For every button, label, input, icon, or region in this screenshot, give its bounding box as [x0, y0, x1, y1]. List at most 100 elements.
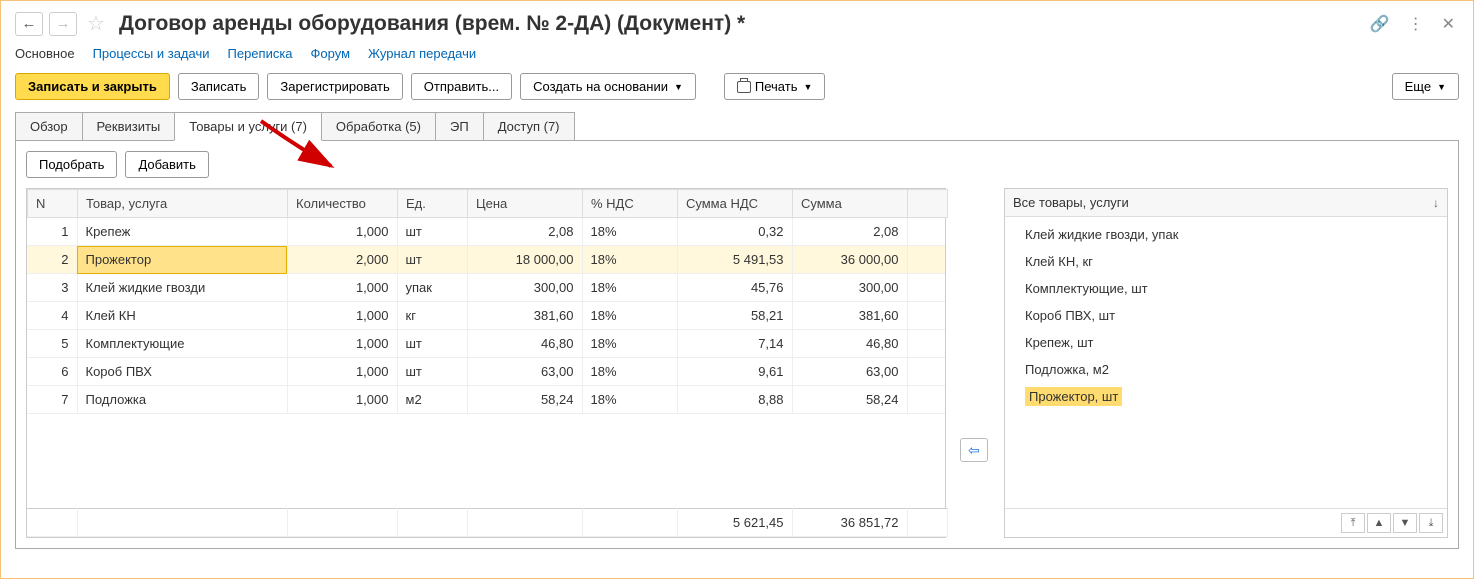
print-button[interactable]: Печать▼	[724, 73, 826, 100]
move-bottom-button[interactable]: ⤓	[1419, 513, 1443, 533]
cell-sum[interactable]: 36 000,00	[792, 246, 907, 274]
cell-vat-pct[interactable]: 18%	[582, 274, 677, 302]
cell-price[interactable]: 300,00	[467, 274, 582, 302]
cell-vat-pct[interactable]: 18%	[582, 302, 677, 330]
move-left-button[interactable]: ⇦	[960, 438, 988, 462]
nav-back-button[interactable]: ←	[15, 12, 43, 36]
cell-price[interactable]: 46,80	[467, 330, 582, 358]
cell-n[interactable]: 2	[27, 246, 77, 274]
cell-sum[interactable]: 381,60	[792, 302, 907, 330]
cell-name[interactable]: Короб ПВХ	[77, 358, 287, 386]
cell-vat-sum[interactable]: 7,14	[677, 330, 792, 358]
cell-name[interactable]: Прожектор	[77, 246, 287, 274]
add-button[interactable]: Добавить	[125, 151, 208, 178]
link-icon[interactable]: 🔗	[1366, 12, 1394, 36]
list-item[interactable]: Подложка, м2	[1005, 356, 1447, 383]
col-n[interactable]: N	[28, 190, 78, 218]
cell-price[interactable]: 2,08	[467, 218, 582, 246]
move-up-button[interactable]: ▲	[1367, 513, 1391, 533]
tab-main[interactable]: Основное	[15, 46, 75, 61]
favorite-star-icon[interactable]: ☆	[87, 11, 105, 36]
tab-goods[interactable]: Товары и услуги (7)	[174, 112, 322, 141]
cell-unit[interactable]: шт	[397, 218, 467, 246]
cell-sum[interactable]: 300,00	[792, 274, 907, 302]
col-qty[interactable]: Количество	[288, 190, 398, 218]
cell-unit[interactable]: кг	[397, 302, 467, 330]
list-item[interactable]: Клей жидкие гвозди, упак	[1005, 221, 1447, 248]
tab-processing[interactable]: Обработка (5)	[321, 112, 436, 141]
cell-vat-sum[interactable]: 9,61	[677, 358, 792, 386]
table-row[interactable]: 6Короб ПВХ1,000шт63,0018%9,6163,00	[27, 358, 945, 386]
register-button[interactable]: Зарегистрировать	[267, 73, 402, 100]
cell-unit[interactable]: упак	[397, 274, 467, 302]
cell-n[interactable]: 7	[27, 386, 77, 414]
cell-vat-sum[interactable]: 5 491,53	[677, 246, 792, 274]
cell-vat-sum[interactable]: 58,21	[677, 302, 792, 330]
col-vat-sum[interactable]: Сумма НДС	[678, 190, 793, 218]
cell-price[interactable]: 381,60	[467, 302, 582, 330]
table-row[interactable]: 2Прожектор2,000шт18 000,0018%5 491,5336 …	[27, 246, 945, 274]
cell-n[interactable]: 6	[27, 358, 77, 386]
move-top-button[interactable]: ⤒	[1341, 513, 1365, 533]
cell-unit[interactable]: шт	[397, 330, 467, 358]
cell-name[interactable]: Клей жидкие гвозди	[77, 274, 287, 302]
list-item[interactable]: Короб ПВХ, шт	[1005, 302, 1447, 329]
cell-sum[interactable]: 58,24	[792, 386, 907, 414]
table-row[interactable]: 3Клей жидкие гвозди1,000упак300,0018%45,…	[27, 274, 945, 302]
cell-n[interactable]: 3	[27, 274, 77, 302]
tab-ep[interactable]: ЭП	[435, 112, 484, 141]
table-row[interactable]: 5Комплектующие1,000шт46,8018%7,1446,80	[27, 330, 945, 358]
cell-sum[interactable]: 2,08	[792, 218, 907, 246]
cell-qty[interactable]: 1,000	[287, 358, 397, 386]
cell-qty[interactable]: 1,000	[287, 218, 397, 246]
tab-correspondence[interactable]: Переписка	[228, 46, 293, 61]
nav-forward-button[interactable]: →	[49, 12, 77, 36]
col-vat-pct[interactable]: % НДС	[583, 190, 678, 218]
cell-sum[interactable]: 63,00	[792, 358, 907, 386]
cell-name[interactable]: Клей КН	[77, 302, 287, 330]
col-unit[interactable]: Ед.	[398, 190, 468, 218]
col-price[interactable]: Цена	[468, 190, 583, 218]
cell-vat-pct[interactable]: 18%	[582, 330, 677, 358]
tab-overview[interactable]: Обзор	[15, 112, 83, 141]
list-item[interactable]: Комплектующие, шт	[1005, 275, 1447, 302]
list-item[interactable]: Клей КН, кг	[1005, 248, 1447, 275]
table-row[interactable]: 4Клей КН1,000кг381,6018%58,21381,60	[27, 302, 945, 330]
more-menu-icon[interactable]: ⋮	[1404, 12, 1428, 36]
tab-requisites[interactable]: Реквизиты	[82, 112, 176, 141]
tab-access[interactable]: Доступ (7)	[483, 112, 575, 141]
cell-qty[interactable]: 1,000	[287, 386, 397, 414]
tab-forum[interactable]: Форум	[311, 46, 351, 61]
cell-name[interactable]: Комплектующие	[77, 330, 287, 358]
list-item[interactable]: Крепеж, шт	[1005, 329, 1447, 356]
close-icon[interactable]: ✕	[1438, 12, 1459, 36]
cell-n[interactable]: 1	[27, 218, 77, 246]
cell-name[interactable]: Подложка	[77, 386, 287, 414]
cell-qty[interactable]: 1,000	[287, 302, 397, 330]
cell-price[interactable]: 58,24	[467, 386, 582, 414]
cell-name[interactable]: Крепеж	[77, 218, 287, 246]
pick-button[interactable]: Подобрать	[26, 151, 117, 178]
cell-qty[interactable]: 2,000	[287, 246, 397, 274]
table-row[interactable]: 1Крепеж1,000шт2,0818%0,322,08	[27, 218, 945, 246]
cell-vat-sum[interactable]: 0,32	[677, 218, 792, 246]
sort-indicator-icon[interactable]: ↓	[1433, 196, 1439, 210]
cell-n[interactable]: 4	[27, 302, 77, 330]
list-item[interactable]: Прожектор, шт	[1025, 387, 1122, 406]
cell-vat-sum[interactable]: 45,76	[677, 274, 792, 302]
cell-qty[interactable]: 1,000	[287, 330, 397, 358]
table-row[interactable]: 7Подложка1,000м258,2418%8,8858,24	[27, 386, 945, 414]
cell-unit[interactable]: шт	[397, 246, 467, 274]
cell-vat-pct[interactable]: 18%	[582, 358, 677, 386]
col-name[interactable]: Товар, услуга	[78, 190, 288, 218]
cell-unit[interactable]: м2	[397, 386, 467, 414]
tab-processes[interactable]: Процессы и задачи	[93, 46, 210, 61]
tab-transfer-log[interactable]: Журнал передачи	[368, 46, 476, 61]
cell-price[interactable]: 63,00	[467, 358, 582, 386]
save-button[interactable]: Записать	[178, 73, 260, 100]
cell-price[interactable]: 18 000,00	[467, 246, 582, 274]
more-button[interactable]: Еще▼	[1392, 73, 1459, 100]
col-sum[interactable]: Сумма	[793, 190, 908, 218]
cell-qty[interactable]: 1,000	[287, 274, 397, 302]
cell-vat-pct[interactable]: 18%	[582, 246, 677, 274]
